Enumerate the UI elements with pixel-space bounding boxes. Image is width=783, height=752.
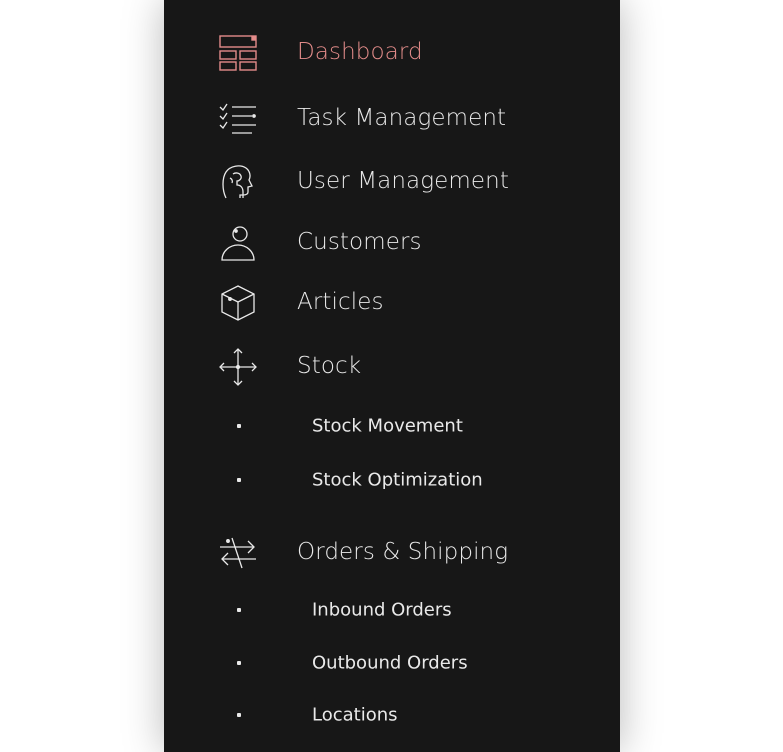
sidebar-item-articles[interactable]: Articles: [164, 277, 620, 327]
sidebar-nav: Dashboard Task Management User Managemen…: [164, 0, 620, 752]
sidebar-item-label: Customers: [297, 229, 422, 255]
sidebar-subitem-label: Locations: [312, 704, 398, 726]
sidebar-item-user-management[interactable]: User Management: [164, 156, 620, 206]
sidebar-subitem-stock-optimization[interactable]: Stock Optimization: [164, 460, 620, 500]
sidebar-subitem-label: Outbound Orders: [312, 652, 468, 674]
head-profile-icon: [216, 162, 260, 202]
sidebar-item-label: Orders & Shipping: [297, 539, 509, 565]
sidebar-subitem-outbound-orders[interactable]: Outbound Orders: [164, 643, 620, 683]
sidebar-item-stock[interactable]: Stock: [164, 341, 620, 391]
bullet-icon: [237, 608, 241, 612]
sidebar-subitem-stock-movement[interactable]: Stock Movement: [164, 406, 620, 446]
sidebar-item-label: Dashboard: [297, 39, 423, 65]
sidebar-subitem-label: Inbound Orders: [312, 599, 452, 621]
move-arrows-icon: [216, 347, 260, 387]
task-list-icon: [216, 99, 260, 139]
dashboard-icon: [216, 33, 260, 73]
sidebar-item-dashboard[interactable]: Dashboard: [164, 27, 620, 77]
exchange-arrows-icon: [216, 533, 260, 573]
bullet-icon: [237, 713, 241, 717]
bullet-icon: [237, 478, 241, 482]
sidebar-item-label: Articles: [297, 289, 384, 315]
sidebar-item-customers[interactable]: Customers: [164, 217, 620, 267]
sidebar-item-task-management[interactable]: Task Management: [164, 93, 620, 143]
person-icon: [216, 223, 260, 263]
sidebar-item-orders-shipping[interactable]: Orders & Shipping: [164, 527, 620, 577]
sidebar-subitem-locations[interactable]: Locations: [164, 695, 620, 735]
sidebar-item-label: Stock: [297, 353, 362, 379]
bullet-icon: [237, 661, 241, 665]
page: Dashboard Task Management User Managemen…: [0, 0, 783, 752]
bullet-icon: [237, 424, 241, 428]
box-icon: [216, 283, 260, 323]
sidebar-subitem-label: Stock Movement: [312, 415, 463, 437]
sidebar-subitem-label: Stock Optimization: [312, 469, 483, 491]
sidebar-subitem-inbound-orders[interactable]: Inbound Orders: [164, 590, 620, 630]
sidebar-item-label: Task Management: [297, 105, 507, 131]
sidebar-item-label: User Management: [297, 168, 509, 194]
